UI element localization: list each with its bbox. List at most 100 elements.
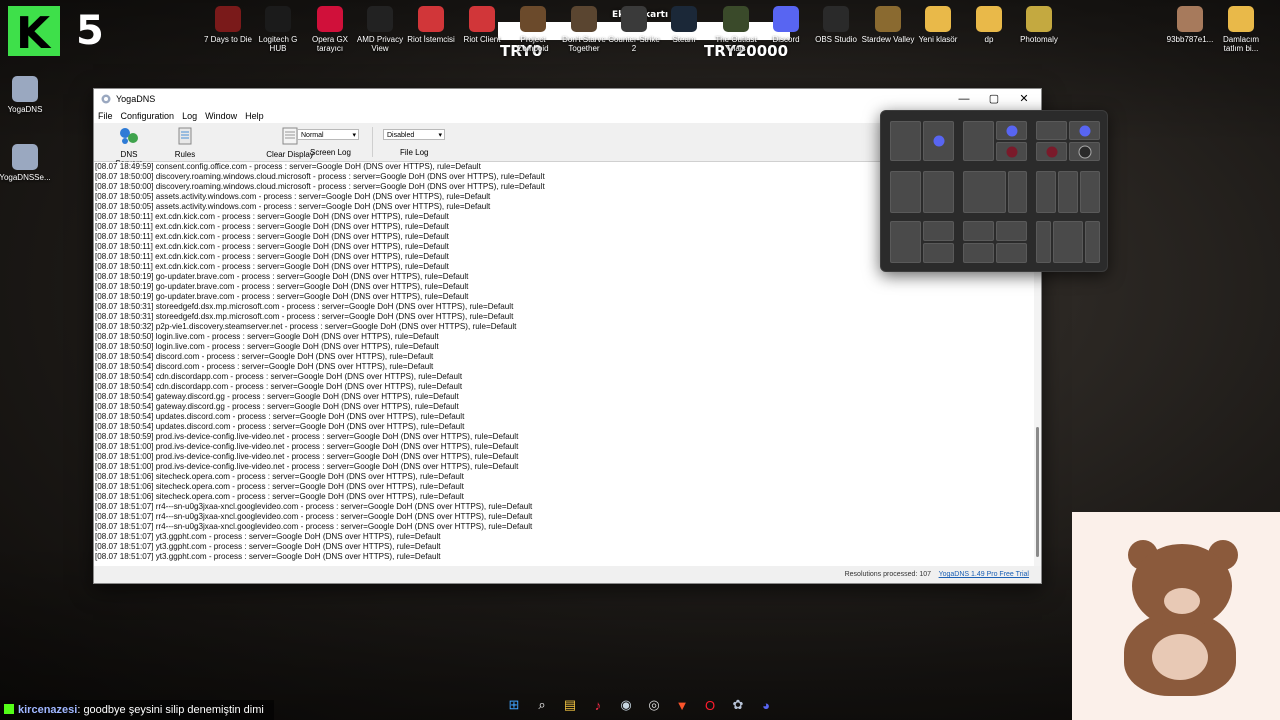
maximize-button[interactable]: ▢ [979, 89, 1009, 109]
snap-zone[interactable] [963, 243, 994, 263]
file-log-select[interactable]: Disabled [383, 129, 445, 141]
desktop-icon-obs-studio[interactable]: OBS Studio [808, 2, 864, 44]
snap-zone[interactable] [890, 171, 921, 213]
discord-icon [773, 6, 799, 32]
desktop-icon-discord[interactable]: Discord [758, 2, 814, 44]
taskbar-yogadns-icon[interactable]: ✿ [727, 694, 749, 716]
log-line: [08.07 18:50:54] updates.discord.com - p… [95, 422, 465, 431]
snap-zone[interactable] [1036, 171, 1056, 213]
snap-zone[interactable] [996, 243, 1027, 263]
desktop-icon-label: The Outlast Trials [715, 35, 757, 53]
rules-button[interactable]: Rules [172, 126, 198, 159]
snap-zone[interactable] [923, 243, 954, 263]
desktop-icon-label: AMD Privacy View [356, 35, 404, 53]
snap-zone[interactable] [923, 221, 954, 241]
log-line: [08.07 18:51:07] yt3.ggpht.com - process… [95, 552, 441, 561]
desktop-icon-amd-privacy-view[interactable]: AMD Privacy View [352, 2, 408, 53]
snap-zone[interactable] [923, 121, 954, 161]
menu-window[interactable]: Window [205, 111, 237, 121]
snap-zone[interactable] [996, 121, 1027, 140]
taskbar-search-icon[interactable]: ⌕ [531, 694, 553, 716]
version-link[interactable]: YogaDNS 1.49 Pro Free Trial [939, 571, 1029, 578]
desktop-icon-photomaly[interactable]: Photomaly [1011, 2, 1067, 44]
snap-zone[interactable] [963, 171, 1006, 213]
desktop-icon-yogadns[interactable]: YogaDNS [0, 72, 53, 114]
log-line: [08.07 18:50:19] go-updater.brave.com - … [95, 282, 469, 291]
window-titlebar[interactable]: YogaDNS — ▢ ✕ [94, 89, 1041, 109]
taskbar-music-icon[interactable]: ♪ [587, 694, 609, 716]
close-button[interactable]: ✕ [1009, 89, 1039, 109]
toolbar-separator [372, 127, 373, 157]
snap-zone[interactable] [1058, 171, 1078, 213]
7-days-to-die-icon [215, 6, 241, 32]
opera-icon [1006, 146, 1017, 157]
desktop-icon-yeni-klas-r[interactable]: Yeni klasör [910, 2, 966, 44]
desktop-icon-damlac-m-tatl-m-bi[interactable]: Damlacım tatlım bi... [1213, 2, 1269, 53]
desktop-icon-riot-client[interactable]: Riot Client [454, 2, 510, 44]
desktop-icon-label: Opera GX tarayıcı [311, 35, 348, 53]
snap-zone[interactable] [1069, 142, 1100, 161]
riot-client-icon [469, 6, 495, 32]
snap-zone[interactable] [1036, 221, 1051, 263]
snap-zone[interactable] [1036, 142, 1067, 161]
taskbar-brave-icon[interactable]: ▼ [671, 694, 693, 716]
snap-zone[interactable] [1036, 121, 1067, 140]
obs-icon [1078, 145, 1091, 158]
snap-zone[interactable] [890, 121, 921, 161]
log-line: [08.07 18:51:07] rr4---sn-u0g3jxaa-xncl.… [95, 502, 533, 511]
menu-file[interactable]: File [98, 111, 113, 121]
desktop-icon-label: Damlacım tatlım bi... [1222, 35, 1259, 53]
desktop-icon-counter-strike-2[interactable]: Counter-Strike 2 [606, 2, 662, 53]
riot-i-stemcisi-icon [418, 6, 444, 32]
snap-zone[interactable] [996, 221, 1027, 241]
menu-help[interactable]: Help [245, 111, 264, 121]
log-line: [08.07 18:51:07] rr4---sn-u0g3jxaa-xncl.… [95, 522, 533, 531]
status-bar: Resolutions processed: 107 YogaDNS 1.49 … [94, 567, 1041, 583]
snap-zone[interactable] [923, 171, 954, 213]
desktop-icon-7-days-to-die[interactable]: 7 Days to Die [200, 2, 256, 44]
taskbar-start-icon[interactable]: ⊞ [503, 694, 525, 716]
screen-log-select[interactable]: Normal [297, 129, 359, 141]
desktop-icon-logitech-g-hub[interactable]: Logitech G HUB [250, 2, 306, 53]
steam-icon [671, 6, 697, 32]
desktop-icon-the-outlast-trials[interactable]: The Outlast Trials [708, 2, 764, 53]
desktop-icon-label: dp [984, 35, 994, 44]
scrollbar-thumb[interactable] [1036, 427, 1039, 557]
desktop-icon-opera-gx-taray-c[interactable]: Opera GX tarayıcı [302, 2, 358, 53]
desktop-icon-yogadnsse[interactable]: YogaDNSSe... [0, 140, 53, 182]
snap-zone[interactable] [1008, 171, 1027, 213]
snap-zone[interactable] [890, 221, 921, 263]
snap-zone[interactable] [1069, 121, 1100, 140]
snap-zone[interactable] [1053, 221, 1083, 263]
desktop-icon-riot-i-stemcisi[interactable]: Riot İstemcisi [403, 2, 459, 44]
desktop-icon-project-zomboid[interactable]: Project Zomboid [505, 2, 561, 53]
stream-avatar-overlay [1072, 512, 1280, 720]
desktop-icon-93bb787e1[interactable]: 93bb787e1... [1162, 2, 1218, 44]
desktop-icon-label: Discord [772, 35, 800, 44]
taskbar-file-explorer-icon[interactable]: ▤ [559, 694, 581, 716]
log-line: [08.07 18:51:07] yt3.ggpht.com - process… [95, 542, 441, 551]
log-line: [08.07 18:50:59] prod.ivs-device-config.… [95, 432, 519, 441]
snap-zone[interactable] [1080, 171, 1100, 213]
desktop-icon-stardew-valley[interactable]: Stardew Valley [860, 2, 916, 44]
desktop-icon-label: OBS Studio [815, 35, 857, 44]
desktop-icon-don-t-starve-together[interactable]: Don't Starve Together [556, 2, 612, 53]
taskbar-chrome-icon[interactable]: ◎ [643, 694, 665, 716]
snap-zone[interactable] [1085, 221, 1100, 263]
opera-icon [1046, 146, 1057, 157]
taskbar-steam-icon[interactable]: ◉ [615, 694, 637, 716]
bear-belly [1152, 634, 1208, 680]
log-line: [08.07 18:50:54] cdn.discordapp.com - pr… [95, 382, 463, 391]
taskbar-opera-icon[interactable]: O [699, 694, 721, 716]
menu-log[interactable]: Log [182, 111, 197, 121]
snap-zone[interactable] [963, 121, 994, 161]
log-line: [08.07 18:50:54] updates.discord.com - p… [95, 412, 465, 421]
menu-configuration[interactable]: Configuration [121, 111, 175, 121]
log-line: [08.07 18:51:00] prod.ivs-device-config.… [95, 452, 519, 461]
taskbar-discord-icon[interactable]: ◕ [755, 694, 777, 716]
desktop-icon-steam[interactable]: Steam [656, 2, 712, 44]
desktop-icon-dp[interactable]: dp [961, 2, 1017, 44]
snap-zone[interactable] [996, 142, 1027, 161]
snap-zone[interactable] [963, 221, 994, 241]
minimize-button[interactable]: — [949, 89, 979, 109]
